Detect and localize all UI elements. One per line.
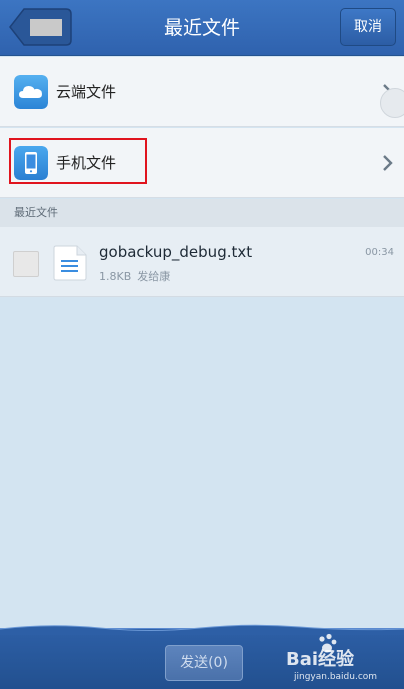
send-button[interactable]: 发送(0)	[165, 645, 243, 681]
baidu-watermark: Bai经验 jingyan.baidu.com	[278, 633, 402, 687]
recent-files-section-header: 最近文件	[0, 199, 404, 227]
watermark-url: jingyan.baidu.com	[294, 672, 378, 682]
file-name: gobackup_debug.txt	[99, 243, 253, 261]
text-file-icon	[53, 245, 87, 281]
cancel-button[interactable]: 取消	[340, 8, 396, 46]
annotation-highlight-box	[9, 138, 147, 184]
file-row[interactable]: gobackup_debug.txt 1.8KB 发给康 00:34	[0, 227, 404, 297]
wave-decoration	[0, 624, 404, 635]
file-list-empty-area	[0, 298, 404, 628]
file-size: 1.8KB	[99, 270, 132, 283]
top-bar: 最近文件 取消	[0, 0, 404, 56]
file-checkbox[interactable]	[13, 251, 39, 277]
bottom-bar: 发送(0) Bai经验 jingyan.baidu.com	[0, 624, 404, 689]
chevron-right-icon	[383, 155, 393, 171]
cloud-icon	[14, 75, 48, 109]
file-time: 00:34	[365, 247, 394, 258]
watermark-brand: Bai经验	[286, 649, 355, 670]
cloud-files-entry[interactable]: 云端文件	[0, 57, 404, 127]
file-sender: 发给康	[137, 270, 171, 283]
file-meta: 1.8KB 发给康	[99, 268, 176, 284]
cloud-files-label: 云端文件	[56, 83, 117, 101]
scroll-indicator	[380, 88, 404, 118]
